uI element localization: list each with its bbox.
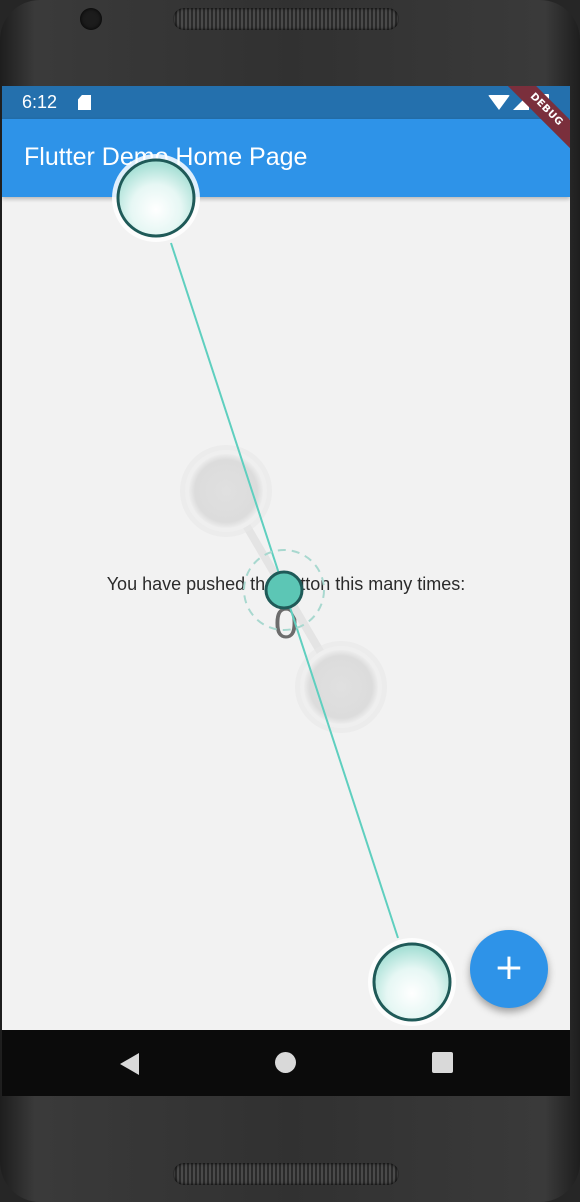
system-nav-bar <box>2 1030 570 1096</box>
gray-touch-point-bottom <box>295 641 387 733</box>
touch-point-start <box>112 154 200 242</box>
recents-icon[interactable] <box>432 1052 453 1073</box>
touch-overlay <box>112 154 456 1026</box>
back-icon[interactable] <box>120 1053 139 1075</box>
home-icon[interactable] <box>275 1052 296 1073</box>
bottom-speaker-grille <box>173 1163 399 1185</box>
gray-touch-point-top <box>180 445 272 537</box>
touch-point-end <box>368 938 456 1026</box>
phone-frame: 6:12 Flutter Demo Home Page DEBUG You ha… <box>0 0 580 1202</box>
add-icon: + <box>493 947 525 988</box>
increment-button[interactable]: + <box>470 930 548 1008</box>
pinch-center-point <box>243 549 325 631</box>
